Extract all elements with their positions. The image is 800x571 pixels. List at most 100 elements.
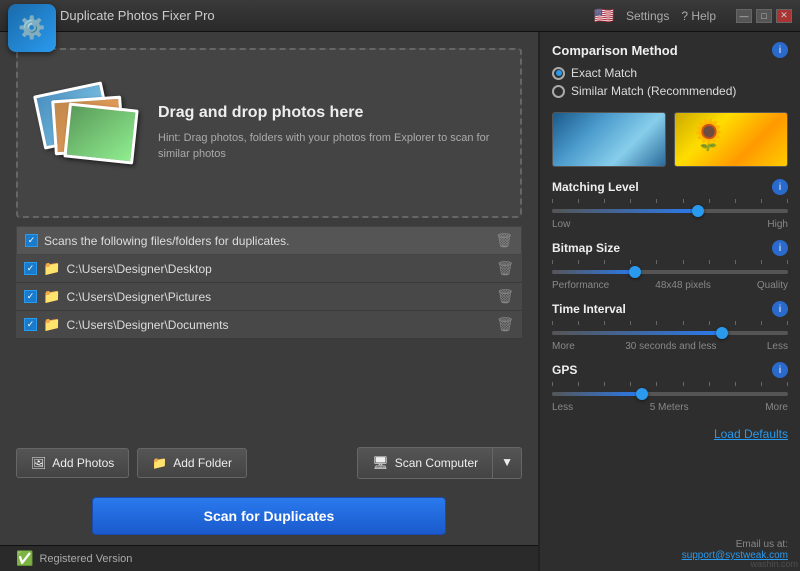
gps-more: More bbox=[765, 402, 788, 413]
gps-track[interactable] bbox=[552, 392, 788, 396]
preview-image-blue bbox=[552, 112, 666, 167]
exact-match-row[interactable]: Exact Match bbox=[552, 66, 788, 80]
scan-duplicates-button[interactable]: Scan for Duplicates bbox=[92, 497, 446, 535]
gps-ticks bbox=[552, 382, 788, 386]
folder-2-path: C:\Users\Designer\Pictures bbox=[66, 290, 211, 304]
gps-fill bbox=[552, 392, 642, 396]
bitmap-size-quality: Quality bbox=[757, 280, 788, 291]
bitmap-size-title: Bitmap Size bbox=[552, 241, 620, 255]
time-interval-ticks bbox=[552, 321, 788, 325]
scan-computer-label: Scan Computer bbox=[395, 456, 478, 470]
preview-images bbox=[552, 112, 788, 167]
similar-match-row[interactable]: Similar Match (Recommended) bbox=[552, 84, 788, 98]
time-interval-label: 30 seconds and less bbox=[625, 341, 716, 352]
bitmap-size-label: 48x48 pixels bbox=[655, 280, 711, 291]
matching-level-title: Matching Level bbox=[552, 180, 639, 194]
similar-match-radio[interactable] bbox=[552, 85, 565, 98]
matching-level-low: Low bbox=[552, 219, 570, 230]
folder-header: ✓ Scans the following files/folders for … bbox=[16, 226, 522, 255]
folder-2-delete-icon[interactable]: 🗑 bbox=[496, 288, 514, 305]
folder-1-checkbox[interactable]: ✓ bbox=[24, 262, 37, 275]
close-button[interactable]: ✕ bbox=[776, 9, 792, 23]
scan-computer-button[interactable]: 🖥 Scan Computer bbox=[357, 447, 493, 479]
folder-row-1[interactable]: ✓ 📁 C:\Users\Designer\Desktop 🗑 bbox=[16, 255, 522, 283]
gps-info-icon[interactable]: i bbox=[772, 362, 788, 378]
gps-thumb[interactable] bbox=[636, 388, 648, 400]
folder-row-1-left: ✓ 📁 C:\Users\Designer\Desktop bbox=[24, 260, 212, 277]
scan-bar: Scan for Duplicates bbox=[0, 489, 538, 545]
comparison-method-header: Comparison Method i bbox=[552, 42, 788, 58]
gps-less: Less bbox=[552, 402, 573, 413]
gps-section: GPS i Less 5 Meters More bbox=[552, 362, 788, 413]
add-folder-button[interactable]: 📁 Add Folder bbox=[137, 448, 247, 478]
folder-2-checkbox[interactable]: ✓ bbox=[24, 290, 37, 303]
time-interval-more: More bbox=[552, 341, 575, 352]
right-panel: Comparison Method i Exact Match Similar … bbox=[540, 32, 800, 571]
folder-header-label: Scans the following files/folders for du… bbox=[44, 234, 289, 248]
radio-group: Exact Match Similar Match (Recommended) bbox=[552, 66, 788, 102]
monitor-icon: 🖥 bbox=[372, 455, 389, 471]
time-interval-info-icon[interactable]: i bbox=[772, 301, 788, 317]
folder-3-delete-icon[interactable]: 🗑 bbox=[496, 316, 514, 333]
bitmap-size-section: Bitmap Size i Performance 48x48 pixels Q… bbox=[552, 240, 788, 291]
bitmap-size-track[interactable] bbox=[552, 270, 788, 274]
bitmap-size-thumb[interactable] bbox=[629, 266, 641, 278]
bitmap-size-performance: Performance bbox=[552, 280, 609, 291]
registered-icon: ✅ bbox=[16, 550, 33, 567]
folder-section: ✓ Scans the following files/folders for … bbox=[16, 226, 522, 437]
folder-row-2-left: ✓ 📁 C:\Users\Designer\Pictures bbox=[24, 288, 211, 305]
settings-button[interactable]: Settings bbox=[626, 9, 669, 23]
status-bar: ✅ Registered Version bbox=[0, 545, 538, 571]
folder-2-icon: 📁 bbox=[43, 288, 60, 305]
matching-level-fill bbox=[552, 209, 698, 213]
minimize-button[interactable]: — bbox=[736, 9, 752, 23]
gps-title: GPS bbox=[552, 363, 577, 377]
time-interval-thumb[interactable] bbox=[716, 327, 728, 339]
bitmap-size-range: Performance 48x48 pixels Quality bbox=[552, 280, 788, 291]
delete-all-icon[interactable]: 🗑 bbox=[495, 232, 513, 249]
folder-3-path: C:\Users\Designer\Documents bbox=[66, 318, 228, 332]
folder-3-checkbox[interactable]: ✓ bbox=[24, 318, 37, 331]
flag-icon: 🇺🇸 bbox=[594, 6, 614, 26]
scan-computer-wrap: 🖥 Scan Computer ▼ bbox=[357, 447, 522, 479]
email-label: Email us at: bbox=[552, 539, 788, 550]
comparison-method-title: Comparison Method bbox=[552, 43, 678, 58]
select-all-checkbox[interactable]: ✓ bbox=[25, 234, 38, 247]
time-interval-section: Time Interval i More 30 seconds and less… bbox=[552, 301, 788, 352]
bottom-buttons: 🖼 Add Photos 📁 Add Folder 🖥 Scan Compute… bbox=[0, 437, 538, 489]
folder-1-icon: 📁 bbox=[43, 260, 60, 277]
exact-match-radio[interactable] bbox=[552, 67, 565, 80]
add-photos-label: Add Photos bbox=[52, 456, 114, 470]
matching-level-info-icon[interactable]: i bbox=[772, 179, 788, 195]
comparison-method-info-icon[interactable]: i bbox=[772, 42, 788, 58]
folder-row-3[interactable]: ✓ 📁 C:\Users\Designer\Documents 🗑 bbox=[16, 311, 522, 339]
maximize-button[interactable]: □ bbox=[756, 9, 772, 23]
time-interval-range: More 30 seconds and less Less bbox=[552, 341, 788, 352]
help-button[interactable]: ? Help bbox=[681, 9, 716, 23]
add-folder-icon: 📁 bbox=[152, 456, 167, 470]
scan-computer-dropdown[interactable]: ▼ bbox=[493, 447, 522, 479]
load-defaults-link[interactable]: Load Defaults bbox=[552, 427, 788, 441]
folder-1-delete-icon[interactable]: 🗑 bbox=[496, 260, 514, 277]
bitmap-size-label-row: Bitmap Size i bbox=[552, 240, 788, 256]
title: Duplicate Photos Fixer Pro bbox=[60, 8, 215, 23]
main-layout: Drag and drop photos here Hint: Drag pho… bbox=[0, 32, 800, 571]
photo-card-3 bbox=[63, 102, 138, 164]
drop-zone[interactable]: Drag and drop photos here Hint: Drag pho… bbox=[16, 48, 522, 218]
tick bbox=[552, 199, 553, 203]
watermark: washin.com bbox=[750, 559, 798, 569]
registered-label: Registered Version bbox=[39, 553, 132, 565]
add-photos-button[interactable]: 🖼 Add Photos bbox=[16, 448, 129, 478]
bitmap-size-info-icon[interactable]: i bbox=[772, 240, 788, 256]
gps-label: 5 Meters bbox=[650, 402, 689, 413]
time-interval-fill bbox=[552, 331, 722, 335]
matching-level-range: Low High bbox=[552, 219, 788, 230]
matching-level-track[interactable] bbox=[552, 209, 788, 213]
matching-level-ticks bbox=[552, 199, 788, 203]
time-interval-track[interactable] bbox=[552, 331, 788, 335]
add-photos-icon: 🖼 bbox=[31, 456, 46, 470]
matching-level-thumb[interactable] bbox=[692, 205, 704, 217]
folder-1-path: C:\Users\Designer\Desktop bbox=[66, 262, 211, 276]
time-interval-label-row: Time Interval i bbox=[552, 301, 788, 317]
folder-row-2[interactable]: ✓ 📁 C:\Users\Designer\Pictures 🗑 bbox=[16, 283, 522, 311]
